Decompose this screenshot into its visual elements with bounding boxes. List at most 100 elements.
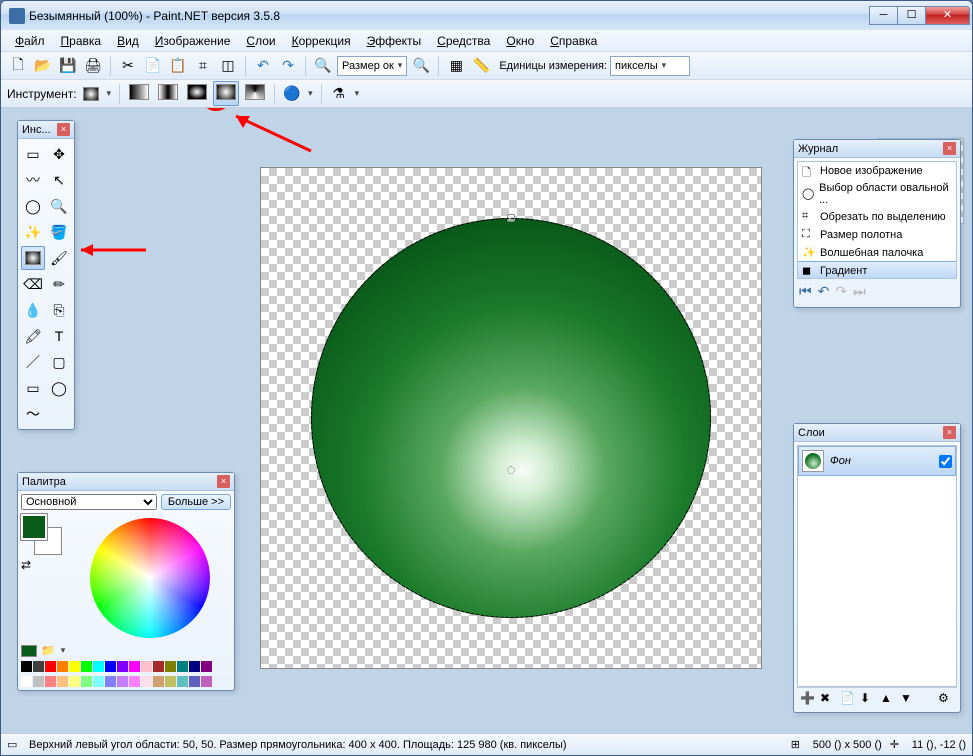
history-item[interactable]: 🗋Новое изображение (798, 162, 956, 180)
wand-tool[interactable]: ✨ (21, 220, 45, 244)
merge-layer-icon[interactable]: ⬇ (860, 691, 876, 707)
color-swatch[interactable] (69, 661, 80, 672)
moveup-layer-icon[interactable]: ▲ (880, 691, 896, 707)
menu-edit[interactable]: Правка (53, 31, 110, 51)
color-swatch[interactable] (45, 676, 56, 687)
fill-tool[interactable]: 🪣 (47, 220, 71, 244)
rounded-rect-tool[interactable]: ▭ (21, 376, 45, 400)
text-tool[interactable]: T (47, 324, 71, 348)
color-swatch[interactable] (165, 676, 176, 687)
swap-colors-icon[interactable]: ⇄ (21, 558, 63, 572)
color-swatch[interactable] (33, 661, 44, 672)
size-combo[interactable]: Размер ок (337, 56, 407, 76)
color-swatch[interactable] (189, 676, 200, 687)
cut-icon[interactable]: ✂ (117, 55, 139, 77)
menu-effects[interactable]: Эффекты (359, 31, 430, 51)
line-tool[interactable]: ／ (21, 350, 45, 374)
color-swatch[interactable] (177, 661, 188, 672)
history-item[interactable]: ◼Градиент (797, 261, 957, 279)
color-swatch[interactable] (21, 676, 32, 687)
zoom-tool[interactable]: 🔍 (47, 194, 71, 218)
maximize-button[interactable]: ☐ (897, 6, 926, 25)
delete-layer-icon[interactable]: ✖ (820, 691, 836, 707)
color-swatch[interactable] (81, 676, 92, 687)
pencil-tool[interactable]: ✏ (47, 272, 71, 296)
history-item[interactable]: ⌗Обрезать по выделению (798, 208, 956, 226)
primary-secondary-swatch[interactable] (21, 514, 63, 552)
color-swatch[interactable] (93, 676, 104, 687)
menu-file[interactable]: Файл (7, 31, 53, 51)
tools-close-icon[interactable]: × (57, 123, 70, 136)
color-swatch[interactable] (153, 676, 164, 687)
eraser-tool[interactable]: ⌫ (21, 272, 45, 296)
recolor-tool[interactable]: 🖍 (21, 324, 45, 348)
menu-help[interactable]: Справка (542, 31, 605, 51)
zoomfit-icon[interactable]: 🔍 (410, 55, 432, 77)
ruler-icon[interactable]: 📏 (470, 55, 492, 77)
color-swatch[interactable] (69, 676, 80, 687)
history-close-icon[interactable]: × (943, 142, 956, 155)
history-item[interactable]: ✨Волшебная палочка (798, 244, 956, 262)
color-swatch[interactable] (189, 661, 200, 672)
menu-view[interactable]: Вид (109, 31, 147, 51)
color-swatch[interactable] (45, 661, 56, 672)
palette-close-icon[interactable]: × (217, 475, 230, 488)
ellipse-shape-tool[interactable]: ◯ (47, 376, 71, 400)
new-icon[interactable]: 🗋 (7, 55, 29, 77)
print-icon[interactable]: 🖨 (82, 55, 104, 77)
undo-icon[interactable]: ↶ (252, 55, 274, 77)
color-swatch[interactable] (129, 676, 140, 687)
color-swatch[interactable] (57, 676, 68, 687)
layer-item[interactable]: Фон (798, 446, 956, 476)
gradient-linear-reflected[interactable] (155, 81, 181, 106)
duplicate-layer-icon[interactable]: 📄 (840, 691, 856, 707)
history-redo-icon[interactable]: ↷ (835, 283, 847, 300)
move-tool[interactable]: ✥ (47, 142, 71, 166)
current-tool-icon[interactable] (80, 83, 102, 105)
color-wheel[interactable] (90, 518, 210, 638)
menu-correction[interactable]: Коррекция (284, 31, 359, 51)
picker-tool[interactable]: 💧 (21, 298, 45, 322)
layers-close-icon[interactable]: × (943, 426, 956, 439)
color-swatch[interactable] (201, 676, 212, 687)
freeform-tool[interactable]: 〜 (21, 402, 45, 426)
color-swatch[interactable] (81, 661, 92, 672)
rect-shape-tool[interactable]: ▢ (47, 350, 71, 374)
gradient-linear[interactable] (126, 81, 152, 106)
brush-tool[interactable]: 🖌 (47, 246, 71, 270)
clone-tool[interactable]: ⎘ (47, 298, 71, 322)
redo-icon[interactable]: ↷ (277, 55, 299, 77)
color-swatch[interactable] (21, 661, 32, 672)
more-button[interactable]: Больше >> (161, 494, 231, 510)
color-swatch[interactable] (165, 661, 176, 672)
zoom-icon[interactable]: 🔍 (312, 55, 334, 77)
menu-tools[interactable]: Средства (429, 31, 498, 51)
history-item[interactable]: ◯Выбор области овальной ... (798, 180, 956, 208)
color-swatch[interactable] (177, 676, 188, 687)
move-selection-tool[interactable]: ↖ (47, 168, 71, 192)
color-swatch[interactable] (93, 661, 104, 672)
color-swatch[interactable] (153, 661, 164, 672)
rect-select-tool[interactable]: ▭ (21, 142, 45, 166)
deselect-icon[interactable]: ◫ (217, 55, 239, 77)
close-button[interactable]: ✕ (925, 6, 970, 25)
gradient-conical[interactable] (242, 81, 268, 106)
canvas[interactable] (261, 168, 761, 668)
blend-mode-icon[interactable]: ⚗ (328, 83, 350, 105)
history-rewind-icon[interactable]: ⏮ (799, 283, 812, 300)
palette-load-icon[interactable]: 📁 (41, 644, 55, 657)
color-swatch[interactable] (57, 661, 68, 672)
gradient-radial[interactable] (213, 81, 239, 106)
menu-image[interactable]: Изображение (147, 31, 239, 51)
layer-props-icon[interactable]: ⚙ (938, 691, 954, 707)
add-layer-icon[interactable]: ➕ (800, 691, 816, 707)
color-swatch[interactable] (201, 661, 212, 672)
crop-icon[interactable]: ⌗ (192, 55, 214, 77)
history-item[interactable]: ⛶Размер полотна (798, 226, 956, 244)
color-swatch[interactable] (117, 676, 128, 687)
color-mode-select[interactable]: Основной (21, 494, 157, 510)
history-forward-icon[interactable]: ⏭ (853, 283, 866, 300)
gradient-diamond[interactable] (184, 81, 210, 106)
color-swatch[interactable] (129, 661, 140, 672)
primary-color[interactable] (21, 514, 47, 540)
